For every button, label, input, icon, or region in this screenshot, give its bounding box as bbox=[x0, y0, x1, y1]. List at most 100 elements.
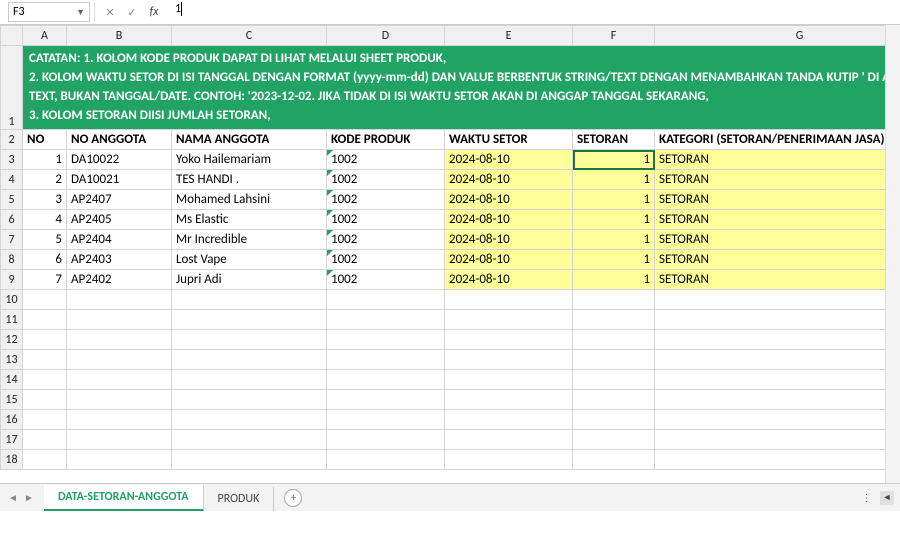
hdr-no[interactable]: NO bbox=[23, 130, 67, 150]
cell-D11[interactable] bbox=[327, 310, 445, 330]
col-header-B[interactable]: B bbox=[67, 26, 172, 46]
cell-A6[interactable]: 4 bbox=[23, 210, 67, 230]
cell-G17[interactable] bbox=[655, 430, 900, 450]
cell-D13[interactable] bbox=[327, 350, 445, 370]
cell-G14[interactable] bbox=[655, 370, 900, 390]
cell-A17[interactable] bbox=[23, 430, 67, 450]
nav-next-icon[interactable]: ► bbox=[22, 491, 36, 505]
check-icon[interactable]: ✓ bbox=[121, 2, 143, 22]
cell-A10[interactable] bbox=[23, 290, 67, 310]
row-header-11[interactable]: 11 bbox=[1, 310, 23, 330]
cell-F12[interactable] bbox=[573, 330, 655, 350]
cell-C3[interactable]: Yoko Hailemariam bbox=[172, 150, 327, 170]
grid-table[interactable]: ABCDEFG1CATATAN: 1. KOLOM KODE PRODUK DA… bbox=[0, 25, 900, 470]
cell-F7[interactable]: 1 bbox=[573, 230, 655, 250]
add-sheet-button[interactable]: + bbox=[284, 489, 302, 507]
cell-D10[interactable] bbox=[327, 290, 445, 310]
cell-E15[interactable] bbox=[445, 390, 573, 410]
cancel-icon[interactable]: ✕ bbox=[99, 2, 121, 22]
cell-E11[interactable] bbox=[445, 310, 573, 330]
cell-B3[interactable]: DA10022 bbox=[67, 150, 172, 170]
row-header-4[interactable]: 4 bbox=[1, 170, 23, 190]
chevron-down-icon[interactable]: ▼ bbox=[76, 7, 85, 18]
cell-D5[interactable]: 1002 bbox=[327, 190, 445, 210]
cell-D12[interactable] bbox=[327, 330, 445, 350]
name-box[interactable]: F3 ▼ bbox=[8, 2, 90, 22]
row-header-12[interactable]: 12 bbox=[1, 330, 23, 350]
row-header-5[interactable]: 5 bbox=[1, 190, 23, 210]
cell-D4[interactable]: 1002 bbox=[327, 170, 445, 190]
formula-input[interactable]: 1 bbox=[169, 2, 892, 22]
cell-A11[interactable] bbox=[23, 310, 67, 330]
cell-D6[interactable]: 1002 bbox=[327, 210, 445, 230]
cell-A18[interactable] bbox=[23, 450, 67, 470]
cell-B10[interactable] bbox=[67, 290, 172, 310]
cell-F15[interactable] bbox=[573, 390, 655, 410]
cell-C7[interactable]: Mr Incredible bbox=[172, 230, 327, 250]
cell-G7[interactable]: SETORAN bbox=[655, 230, 900, 250]
cell-D16[interactable] bbox=[327, 410, 445, 430]
cell-E6[interactable]: 2024-08-10 bbox=[445, 210, 573, 230]
cell-G11[interactable] bbox=[655, 310, 900, 330]
cell-B7[interactable]: AP2404 bbox=[67, 230, 172, 250]
cell-A4[interactable]: 2 bbox=[23, 170, 67, 190]
cell-C14[interactable] bbox=[172, 370, 327, 390]
cell-A3[interactable]: 1 bbox=[23, 150, 67, 170]
hdr-waktu-setor[interactable]: WAKTU SETOR bbox=[445, 130, 573, 150]
select-all-corner[interactable] bbox=[1, 26, 23, 46]
cell-A5[interactable]: 3 bbox=[23, 190, 67, 210]
cell-E14[interactable] bbox=[445, 370, 573, 390]
cell-D7[interactable]: 1002 bbox=[327, 230, 445, 250]
cell-B5[interactable]: AP2407 bbox=[67, 190, 172, 210]
cell-C13[interactable] bbox=[172, 350, 327, 370]
cell-G8[interactable]: SETORAN bbox=[655, 250, 900, 270]
sheet-tab[interactable]: DATA-SETORAN-ANGGOTA bbox=[44, 485, 204, 511]
cell-B17[interactable] bbox=[67, 430, 172, 450]
cell-C12[interactable] bbox=[172, 330, 327, 350]
hdr-kategori[interactable]: KATEGORI (SETORAN/PENERIMAAN JASA) bbox=[655, 130, 900, 150]
cell-C18[interactable] bbox=[172, 450, 327, 470]
cell-A13[interactable] bbox=[23, 350, 67, 370]
nav-prev-icon[interactable]: ◄ bbox=[6, 491, 20, 505]
cell-B6[interactable]: AP2405 bbox=[67, 210, 172, 230]
cell-F16[interactable] bbox=[573, 410, 655, 430]
cell-C11[interactable] bbox=[172, 310, 327, 330]
cell-B9[interactable]: AP2402 bbox=[67, 270, 172, 290]
cell-C9[interactable]: Jupri Adi bbox=[172, 270, 327, 290]
cell-E5[interactable]: 2024-08-10 bbox=[445, 190, 573, 210]
cell-G15[interactable] bbox=[655, 390, 900, 410]
catatan-cell[interactable]: CATATAN: 1. KOLOM KODE PRODUK DAPAT DI L… bbox=[23, 46, 900, 130]
cell-D18[interactable] bbox=[327, 450, 445, 470]
cell-F17[interactable] bbox=[573, 430, 655, 450]
cell-F14[interactable] bbox=[573, 370, 655, 390]
cell-B8[interactable]: AP2403 bbox=[67, 250, 172, 270]
cell-E8[interactable]: 2024-08-10 bbox=[445, 250, 573, 270]
cell-B14[interactable] bbox=[67, 370, 172, 390]
row-header-13[interactable]: 13 bbox=[1, 350, 23, 370]
cell-F13[interactable] bbox=[573, 350, 655, 370]
cell-G9[interactable]: SETORAN bbox=[655, 270, 900, 290]
cell-G13[interactable] bbox=[655, 350, 900, 370]
row-header-15[interactable]: 15 bbox=[1, 390, 23, 410]
cell-G5[interactable]: SETORAN bbox=[655, 190, 900, 210]
cell-E10[interactable] bbox=[445, 290, 573, 310]
cell-G12[interactable] bbox=[655, 330, 900, 350]
cell-F9[interactable]: 1 bbox=[573, 270, 655, 290]
cell-E13[interactable] bbox=[445, 350, 573, 370]
vertical-scrollbar[interactable] bbox=[885, 25, 900, 483]
cell-F6[interactable]: 1 bbox=[573, 210, 655, 230]
cell-G18[interactable] bbox=[655, 450, 900, 470]
cell-F5[interactable]: 1 bbox=[573, 190, 655, 210]
cell-C6[interactable]: Ms Elastic bbox=[172, 210, 327, 230]
row-header-6[interactable]: 6 bbox=[1, 210, 23, 230]
row-header-1[interactable]: 1 bbox=[1, 46, 23, 130]
cell-C8[interactable]: Lost Vape bbox=[172, 250, 327, 270]
row-header-14[interactable]: 14 bbox=[1, 370, 23, 390]
cell-G6[interactable]: SETORAN bbox=[655, 210, 900, 230]
cell-D15[interactable] bbox=[327, 390, 445, 410]
cell-F4[interactable]: 1 bbox=[573, 170, 655, 190]
row-header-7[interactable]: 7 bbox=[1, 230, 23, 250]
cell-B16[interactable] bbox=[67, 410, 172, 430]
cell-C4[interactable]: TES HANDI . bbox=[172, 170, 327, 190]
cell-E7[interactable]: 2024-08-10 bbox=[445, 230, 573, 250]
